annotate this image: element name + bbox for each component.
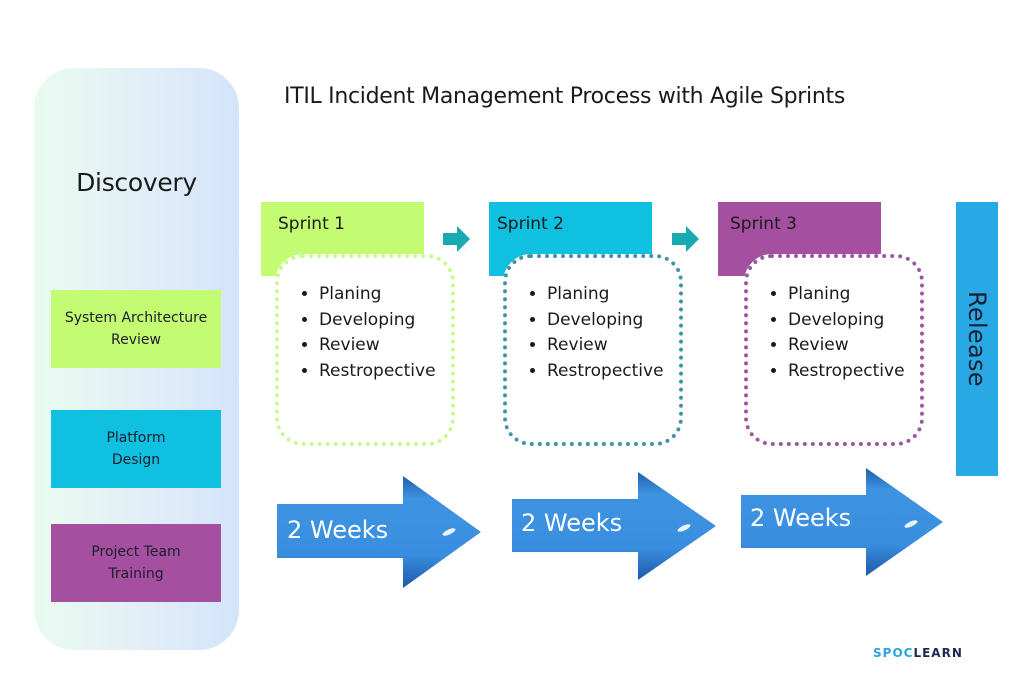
- phase-label: Platform: [106, 430, 166, 446]
- duration-label: 2 Weeks: [750, 504, 852, 532]
- logo-part: LEARN: [913, 646, 963, 660]
- diagram-title: ITIL Incident Management Process with Ag…: [284, 84, 845, 109]
- phase-platform-design: Platform Design: [51, 410, 221, 488]
- activity-item: Planing: [788, 282, 920, 308]
- activity-item: Review: [547, 333, 679, 359]
- activity-item: Developing: [547, 308, 679, 334]
- sprint-1-card: Planing Developing Review Restropective: [275, 254, 455, 446]
- connector-arrow-icon: [672, 226, 699, 252]
- activity-item: Restropective: [547, 359, 679, 385]
- activity-item: Review: [788, 333, 920, 359]
- phase-project-team-training: Project Team Training: [51, 524, 221, 602]
- sprint-3-activities: Planing Developing Review Restropective: [748, 282, 920, 384]
- phase-system-architecture-review: System Architecture Review: [51, 290, 221, 368]
- activity-item: Planing: [547, 282, 679, 308]
- release-bar: Release: [956, 202, 998, 476]
- duration-arrow-sprint-1: 2 Weeks: [277, 476, 481, 588]
- duration-label: 2 Weeks: [521, 509, 623, 537]
- duration-arrow-sprint-3: 2 Weeks: [741, 468, 943, 576]
- phase-label: System Architecture: [64, 310, 208, 326]
- phase-label: Project Team: [91, 544, 181, 560]
- discovery-panel: Discovery System Architecture Review Plat…: [34, 68, 239, 650]
- discovery-title: Discovery: [76, 168, 197, 197]
- activity-item: Developing: [788, 308, 920, 334]
- sprint-3-card: Planing Developing Review Restropective: [744, 254, 924, 446]
- phase-label: Design: [111, 452, 161, 468]
- logo-part: SPOC: [873, 646, 914, 660]
- duration-label: 2 Weeks: [287, 516, 389, 544]
- activity-item: Restropective: [319, 359, 451, 385]
- connector-arrow-icon: [443, 226, 470, 252]
- phase-label: Review: [111, 332, 161, 348]
- spoclearn-logo: SPOCLEARN: [873, 646, 963, 660]
- release-label: Release: [963, 291, 991, 387]
- activity-item: Developing: [319, 308, 451, 334]
- activity-item: Planing: [319, 282, 451, 308]
- phase-label: Training: [108, 566, 164, 582]
- activity-item: Restropective: [788, 359, 920, 385]
- sprint-2-activities: Planing Developing Review Restropective: [507, 282, 679, 384]
- duration-arrow-sprint-2: 2 Weeks: [512, 472, 716, 580]
- sprint-1-activities: Planing Developing Review Restropective: [279, 282, 451, 384]
- sprint-2-card: Planing Developing Review Restropective: [503, 254, 683, 446]
- activity-item: Review: [319, 333, 451, 359]
